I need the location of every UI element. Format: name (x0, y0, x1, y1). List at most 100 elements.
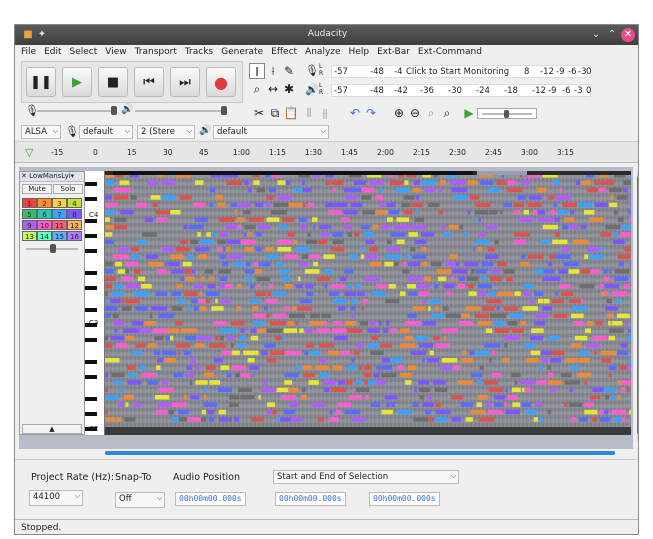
channel-button[interactable]: 5 (22, 209, 37, 219)
envelope-tool-icon[interactable]: ⟊ (265, 63, 281, 79)
project-rate-select[interactable]: 44100 ⌵ (29, 490, 83, 506)
selection-mode-select[interactable]: Start and End of Selection ⌵ (273, 470, 459, 484)
slider-thumb[interactable] (504, 110, 509, 118)
scrollbar-thumb[interactable] (105, 451, 615, 455)
click-to-start-monitoring[interactable]: Click to Start Monitoring (406, 67, 509, 77)
menu-ext-bar[interactable]: Ext-Bar (371, 45, 412, 57)
skip-to-end-button[interactable]: ⏭ (170, 67, 200, 97)
multi-tool-icon[interactable]: ✱ (281, 81, 297, 97)
channel-button[interactable]: 7 (52, 209, 67, 219)
zoom-in-icon[interactable]: ⊕ (391, 105, 407, 121)
channel-button[interactable]: 2 (37, 198, 52, 208)
undo-icon[interactable]: ↶ (347, 105, 363, 121)
trim-icon[interactable]: ⫴ (301, 105, 317, 121)
selection-end-field[interactable]: 00h00m00.000s (369, 492, 440, 506)
audio-position-field[interactable]: 00h00m00.000s (175, 492, 246, 506)
host-select[interactable]: ALSA ⌵ (21, 125, 61, 139)
record-button[interactable]: ● (206, 67, 236, 97)
record-device-select[interactable]: default ⌵ (79, 125, 133, 139)
record-meter-scale[interactable]: -57 -48 -4 Click to Start Monitoring 8 -… (331, 65, 591, 78)
slider-thumb[interactable] (111, 106, 117, 115)
note-track[interactable] (105, 171, 631, 435)
play-at-speed-icon[interactable]: ▶ (461, 105, 477, 121)
channel-button[interactable]: 14 (37, 231, 52, 241)
record-volume-slider[interactable] (37, 106, 117, 115)
track-header[interactable]: ✕ LowMansLyi▾ (20, 172, 84, 182)
channels-select[interactable]: 2 (Stere ⌵ (137, 125, 195, 139)
collapse-track-button[interactable]: ▲ (22, 424, 82, 434)
cut-icon[interactable]: ✂ (251, 105, 267, 121)
midi-note (616, 313, 630, 319)
channel-button[interactable]: 11 (52, 220, 67, 230)
zoom-tool-icon[interactable]: ⌕ (249, 81, 265, 97)
draw-tool-icon[interactable]: ✎ (281, 63, 297, 79)
horizontal-scrollbar[interactable] (105, 451, 615, 455)
channel-button[interactable]: 4 (67, 198, 82, 208)
track-name[interactable]: LowMansLyi (29, 172, 71, 180)
vertical-scrollbar[interactable] (637, 171, 638, 441)
play-head-icon[interactable]: ▽ (25, 146, 33, 159)
maximize-icon[interactable]: ⌃ (605, 28, 619, 42)
channel-button[interactable]: 13 (22, 231, 37, 241)
fit-project-icon[interactable]: ⌕ (439, 105, 455, 121)
silence-icon[interactable]: ⫵ (317, 105, 333, 121)
pause-button[interactable]: ❚❚ (26, 67, 56, 97)
playback-device-select[interactable]: default ⌵ (213, 125, 329, 139)
channel-button[interactable]: 10 (37, 220, 52, 230)
paste-icon[interactable]: 📋 (283, 105, 299, 121)
midi-note (282, 217, 295, 222)
channel-button[interactable]: 15 (52, 231, 67, 241)
menu-tracks[interactable]: Tracks (179, 45, 215, 57)
timeline-ruler[interactable]: ▽ -15 0 15 30 45 1:00 1:15 1:30 1:45 2:0… (15, 141, 638, 163)
slider-thumb[interactable] (221, 106, 227, 115)
copy-icon[interactable]: ⧉ (267, 105, 283, 121)
close-track-icon[interactable]: ✕ (21, 172, 27, 180)
zoom-out-icon[interactable]: ⊖ (407, 105, 423, 121)
time-shift-tool-icon[interactable]: ↔ (265, 81, 281, 97)
midi-note (310, 350, 320, 356)
menu-edit[interactable]: Edit (38, 45, 63, 57)
midi-note (205, 365, 216, 370)
playback-meter[interactable]: 🔊 LR -57 -48 -42 -36 -30 -24 -18 -12 -9 … (303, 82, 591, 99)
mute-button[interactable]: Mute (22, 184, 52, 194)
play-speed-slider[interactable] (477, 108, 537, 119)
scrollbar-thumb[interactable] (637, 175, 638, 435)
midi-note (233, 261, 245, 267)
stop-button[interactable]: ■ (98, 67, 128, 97)
selection-tool-icon[interactable]: I (249, 63, 265, 79)
menu-help[interactable]: Help (343, 45, 372, 57)
record-meter[interactable]: 🎙 LR -57 -48 -4 Click to Start Monitorin… (303, 63, 591, 80)
menu-transport[interactable]: Transport (129, 45, 179, 57)
menu-ext-command[interactable]: Ext-Command (412, 45, 484, 57)
close-icon[interactable]: ✕ (621, 28, 635, 42)
fit-selection-icon[interactable]: ⌕ (423, 105, 439, 121)
channel-button[interactable]: 12 (67, 220, 82, 230)
selection-start-field[interactable]: 00h00m00.000s (275, 492, 346, 506)
channel-button[interactable]: 8 (67, 209, 82, 219)
midi-note (334, 335, 348, 341)
menu-analyze[interactable]: Analyze (299, 45, 342, 57)
menu-effect[interactable]: Effect (265, 45, 299, 57)
channel-button[interactable]: 9 (22, 220, 37, 230)
channel-button[interactable]: 1 (22, 198, 37, 208)
redo-icon[interactable]: ↷ (363, 105, 379, 121)
track-gain-slider[interactable] (26, 244, 78, 253)
channel-button[interactable]: 16 (67, 231, 82, 241)
snap-to-select[interactable]: Off ⌵ (115, 492, 165, 508)
skip-to-start-button[interactable]: ⏮ (134, 67, 164, 97)
playback-meter-scale[interactable]: -57 -48 -42 -36 -30 -24 -18 -12 -9 -6 -3… (331, 84, 591, 97)
slider-thumb[interactable] (50, 244, 56, 253)
menu-view[interactable]: View (99, 45, 128, 57)
playback-volume-slider[interactable] (135, 106, 227, 115)
track-menu-icon[interactable]: ▾ (71, 172, 75, 180)
midi-note (514, 380, 518, 385)
channel-button[interactable]: 6 (37, 209, 52, 219)
minimize-icon[interactable]: ⌄ (589, 28, 603, 42)
play-button[interactable]: ▶ (62, 67, 92, 97)
solo-button[interactable]: Solo (53, 184, 83, 194)
menu-file[interactable]: File (15, 45, 38, 57)
channel-button[interactable]: 3 (52, 198, 67, 208)
piano-black-key (85, 308, 97, 313)
menu-select[interactable]: Select (64, 45, 100, 57)
menu-generate[interactable]: Generate (215, 45, 265, 57)
